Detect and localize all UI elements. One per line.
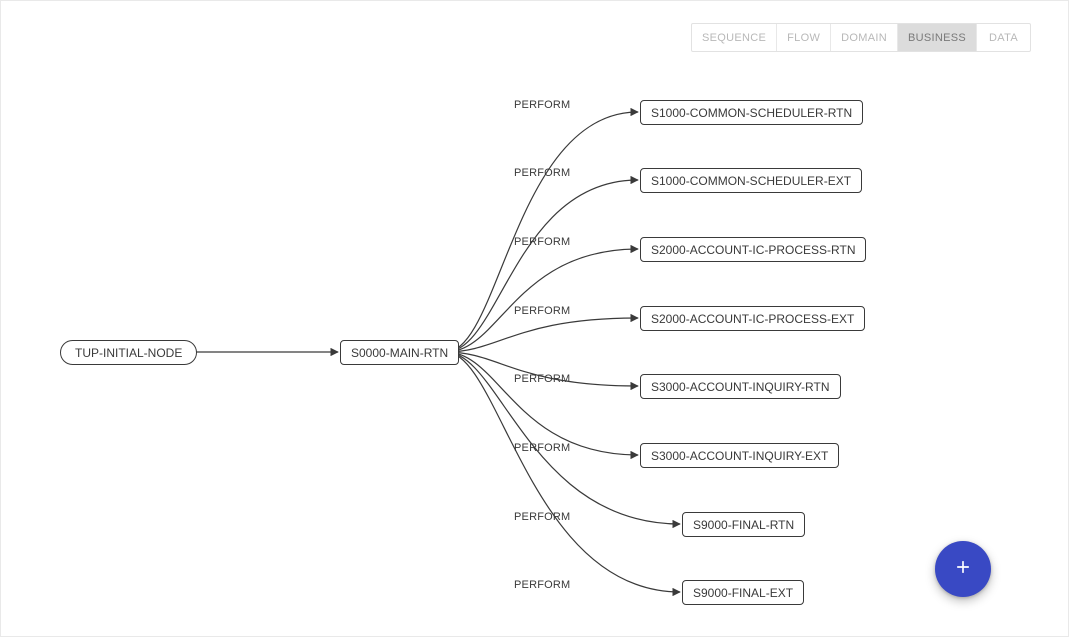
add-button[interactable] xyxy=(935,541,991,597)
diagram-canvas[interactable]: TUP-INITIAL-NODE S0000-MAIN-RTN S1000-CO… xyxy=(0,0,1069,637)
edge-label: PERFORM xyxy=(514,579,570,591)
edge-label: PERFORM xyxy=(514,305,570,317)
node-s9000-rtn[interactable]: S9000-FINAL-RTN xyxy=(682,512,805,537)
edge-label: PERFORM xyxy=(514,511,570,523)
plus-icon xyxy=(953,557,973,582)
node-root[interactable]: TUP-INITIAL-NODE xyxy=(60,340,197,365)
node-s2000-ext[interactable]: S2000-ACCOUNT-IC-PROCESS-EXT xyxy=(640,306,865,331)
edge-label: PERFORM xyxy=(514,99,570,111)
node-s3000-ext[interactable]: S3000-ACCOUNT-INQUIRY-EXT xyxy=(640,443,839,468)
node-s1000-rtn[interactable]: S1000-COMMON-SCHEDULER-RTN xyxy=(640,100,863,125)
edge-label: PERFORM xyxy=(514,442,570,454)
node-main[interactable]: S0000-MAIN-RTN xyxy=(340,340,459,365)
node-s1000-ext[interactable]: S1000-COMMON-SCHEDULER-EXT xyxy=(640,168,862,193)
edges-layer xyxy=(0,0,1069,637)
node-s9000-ext[interactable]: S9000-FINAL-EXT xyxy=(682,580,804,605)
edge-label: PERFORM xyxy=(514,236,570,248)
node-s2000-rtn[interactable]: S2000-ACCOUNT-IC-PROCESS-RTN xyxy=(640,237,866,262)
edge-label: PERFORM xyxy=(514,167,570,179)
node-s3000-rtn[interactable]: S3000-ACCOUNT-INQUIRY-RTN xyxy=(640,374,841,399)
edge-label: PERFORM xyxy=(514,373,570,385)
